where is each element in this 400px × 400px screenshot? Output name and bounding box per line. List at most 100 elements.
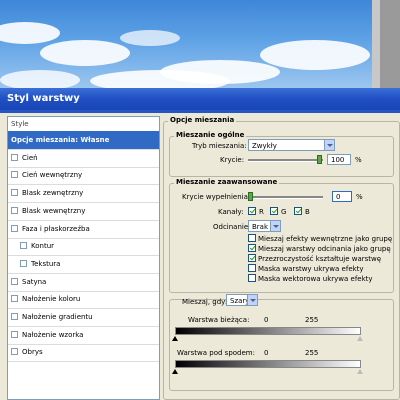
style-item-label: Kontur (31, 242, 55, 251)
blend-if-group (169, 299, 394, 391)
style-item-label: Satyna (22, 277, 47, 286)
style-item-label: Obrys (22, 348, 43, 357)
blend-if-dropdown[interactable]: Szary (226, 294, 258, 306)
opacity-slider-thumb[interactable] (317, 155, 322, 164)
underlying-layer-white-slider[interactable] (357, 369, 363, 374)
style-item-checkbox[interactable] (11, 313, 18, 320)
opacity-unit: % (355, 156, 362, 164)
channel-label: B (305, 208, 310, 216)
style-list-header: Style (8, 117, 159, 132)
advanced-option-label: Mieszaj efekty wewnętrzne jako grupę (258, 235, 393, 243)
style-item-label: Tekstura (31, 259, 61, 268)
title-bar-divider (0, 110, 400, 113)
this-layer-gradient-bar[interactable] (175, 327, 361, 335)
style-item-label: Nałożenie gradientu (22, 313, 93, 321)
dialog-title-bar[interactable]: Styl warstwy (0, 88, 400, 110)
channel-label: G (281, 208, 287, 216)
style-item[interactable]: Blask wewnętrzny (8, 202, 159, 221)
style-item-label: Blask zewnętrzny (22, 189, 84, 198)
chevron-down-icon (270, 221, 280, 231)
knockout-value: Brak (252, 223, 269, 231)
style-item-checkbox[interactable] (11, 224, 18, 232)
general-blending-title: Mieszanie ogólne (174, 131, 247, 139)
style-item-checkbox[interactable] (11, 206, 18, 214)
fill-opacity-label: Krycie wypełnienia: (182, 193, 251, 201)
style-item-checkbox[interactable] (11, 189, 18, 197)
style-item-label: Cień wewnętrzny (22, 171, 83, 180)
blend-if-label: Mieszaj, gdy: (182, 298, 228, 306)
style-item[interactable]: Nałożenie gradientu (8, 308, 159, 327)
this-layer-label: Warstwa bieżąca: (188, 316, 250, 324)
style-item-label: Nałożenie koloru (22, 295, 81, 304)
advanced-option-checkbox[interactable] (248, 244, 256, 252)
advanced-option-label: Maska wektorowa ukrywa efekty (258, 275, 373, 283)
fill-opacity-unit: % (356, 193, 363, 201)
blending-options-panel: Opcje mieszania Mieszanie ogólne Tryb mi… (160, 116, 400, 400)
style-item[interactable]: Satyna (8, 273, 159, 292)
style-item[interactable]: Nałożenie koloru (8, 290, 159, 310)
style-item[interactable]: Tekstura (8, 255, 159, 274)
style-item-checkbox[interactable] (11, 153, 18, 161)
channel-r-checkbox[interactable] (248, 207, 256, 215)
style-item[interactable]: Obrys (8, 343, 159, 363)
style-item-checkbox[interactable] (20, 259, 27, 267)
style-item-label: Nałożenie wzorka (22, 330, 84, 339)
style-item[interactable]: Opcje mieszania: Własne (8, 131, 159, 150)
style-item-label: Cień (22, 153, 38, 162)
opacity-label: Krycie: (220, 156, 245, 164)
this-layer-max: 255 (305, 316, 319, 324)
this-layer-min: 0 (264, 316, 269, 324)
style-item-label: Opcje mieszania: Własne (11, 136, 110, 144)
style-item-checkbox[interactable] (11, 171, 18, 179)
style-item-checkbox[interactable] (11, 295, 18, 303)
blending-options-title: Opcje mieszania (168, 116, 237, 124)
channel-g-checkbox[interactable] (270, 207, 278, 215)
chevron-down-icon (247, 295, 257, 305)
advanced-option-label: Przezroczystość kształtuje warstwę (258, 255, 382, 263)
style-item[interactable]: Kontur (8, 237, 159, 257)
advanced-option-label: Mieszaj warstwy odcinania jako grupę (258, 245, 391, 253)
style-item[interactable]: Nałożenie wzorka (8, 326, 159, 345)
style-item-checkbox[interactable] (11, 277, 18, 285)
style-item-label: Blask wewnętrzny (22, 206, 86, 215)
underlying-layer-min: 0 (264, 349, 269, 357)
opacity-input[interactable]: 100 (327, 154, 351, 165)
chevron-down-icon (324, 140, 334, 150)
underlying-layer-black-slider[interactable] (172, 369, 178, 374)
style-list[interactable]: Style Opcje mieszania: Własne Cień Cień we… (7, 116, 160, 400)
advanced-option-checkbox[interactable] (248, 254, 256, 262)
style-list-header-label: Style (11, 120, 29, 128)
channel-label: R (259, 208, 264, 216)
channel-b-checkbox[interactable] (294, 207, 302, 215)
knockout-label: Odcinanie: (213, 223, 251, 231)
fill-opacity-slider[interactable] (248, 196, 323, 199)
advanced-option-checkbox[interactable] (248, 234, 256, 242)
style-item[interactable]: Cień (8, 149, 159, 168)
advanced-option-label: Maska warstwy ukrywa efekty (258, 265, 364, 273)
advanced-blending-title: Mieszanie zaawansowane (174, 178, 280, 186)
this-layer-black-slider[interactable] (172, 336, 178, 341)
advanced-option-checkbox[interactable] (248, 274, 256, 282)
style-item[interactable]: Blask zewnętrzny (8, 184, 159, 204)
advanced-option-checkbox[interactable] (248, 264, 256, 272)
knockout-dropdown[interactable]: Brak (248, 220, 281, 232)
style-item-label: Faza i płaskorzeźba (22, 224, 90, 233)
this-layer-white-slider[interactable] (357, 336, 363, 341)
underlying-layer-max: 255 (305, 349, 319, 357)
dialog-title: Styl warstwy (7, 93, 80, 104)
blend-mode-label: Tryb mieszania: (192, 142, 247, 150)
style-item[interactable]: Cień wewnętrzny (8, 166, 159, 186)
underlying-layer-label: Warstwa pod spodem: (177, 349, 255, 357)
style-item-checkbox[interactable] (20, 242, 27, 250)
underlying-layer-gradient-bar[interactable] (175, 360, 361, 368)
blend-mode-value: Zwykły (252, 142, 277, 150)
opacity-value: 100 (331, 156, 345, 164)
blend-mode-dropdown[interactable]: Zwykły (248, 139, 335, 151)
style-item-checkbox[interactable] (11, 330, 18, 338)
fill-opacity-input[interactable]: 0 (332, 191, 352, 202)
style-item-checkbox[interactable] (11, 348, 18, 356)
channels-label: Kanały: (218, 208, 244, 216)
opacity-slider[interactable] (248, 159, 323, 162)
style-item[interactable]: Faza i płaskorzeźba (8, 220, 159, 239)
fill-opacity-slider-thumb[interactable] (248, 192, 253, 201)
